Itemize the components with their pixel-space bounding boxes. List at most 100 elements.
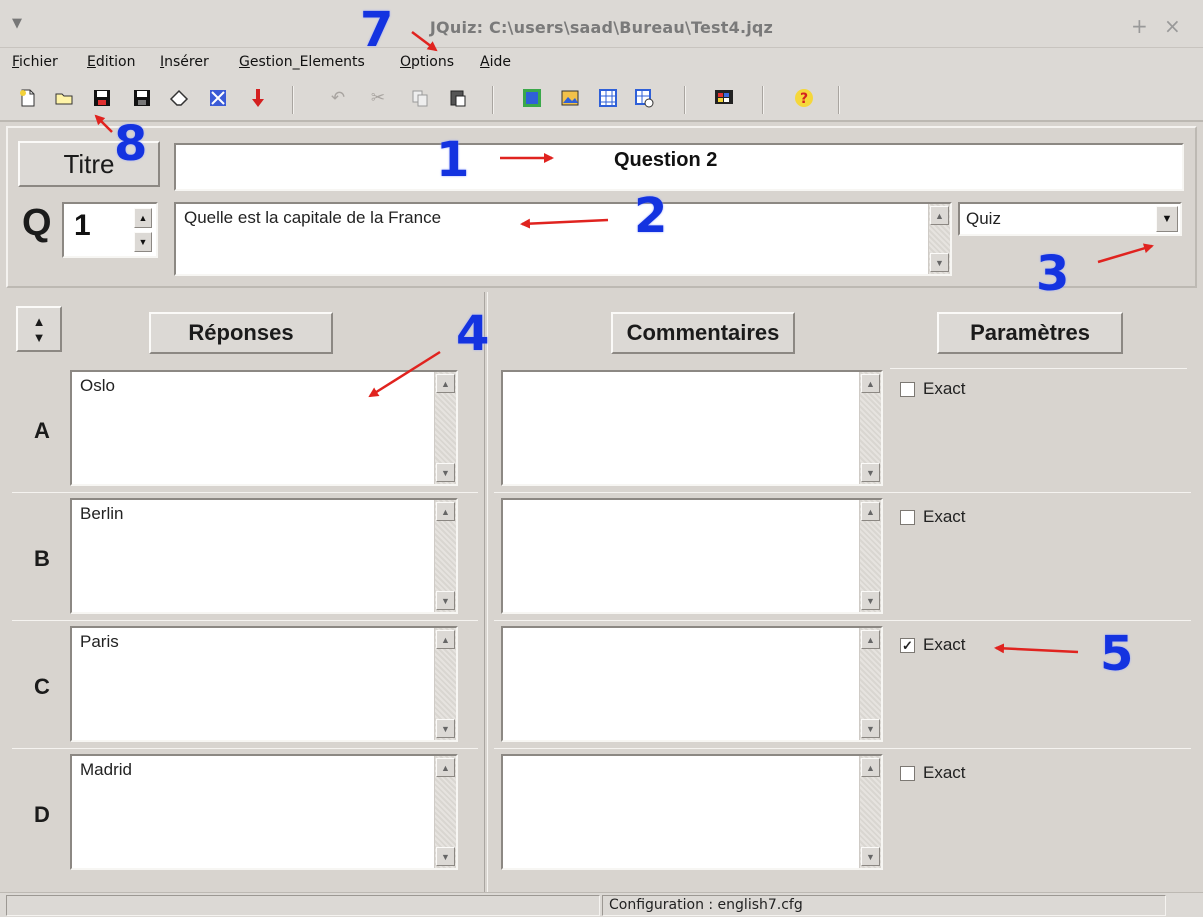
settings-grid-icon[interactable] <box>596 86 620 110</box>
scroll-up-button[interactable]: ▲ <box>861 374 880 393</box>
undo-icon[interactable]: ↶ <box>326 86 350 110</box>
chevron-down-icon[interactable]: ▼ <box>1156 206 1178 232</box>
save-as-icon[interactable] <box>130 86 154 110</box>
menu-inserer[interactable]: Insérer <box>160 54 209 70</box>
exact-checkbox-row[interactable]: Exact <box>900 507 966 527</box>
image-icon[interactable] <box>558 86 582 110</box>
scroll-up-button[interactable]: ▲ <box>861 630 880 649</box>
answer-text-area[interactable]: Madrid ▲ ▼ <box>70 754 458 870</box>
scroll-down-button[interactable]: ▼ <box>436 847 455 866</box>
comment-scrollbar[interactable]: ▲ ▼ <box>859 628 881 740</box>
web-page-icon[interactable] <box>520 86 544 110</box>
scroll-up-button[interactable]: ▲ <box>861 502 880 521</box>
exact-checkbox[interactable] <box>900 765 915 781</box>
eraser-icon[interactable] <box>168 86 192 110</box>
scroll-down-button[interactable]: ▼ <box>861 847 880 866</box>
save-icon[interactable] <box>90 86 114 110</box>
answer-text: Oslo <box>80 376 115 395</box>
reponses-header-button[interactable]: Réponses <box>149 312 333 354</box>
maximize-button[interactable]: + <box>1131 14 1148 38</box>
new-file-icon[interactable] <box>16 86 40 110</box>
scroll-up-button[interactable]: ▲ <box>861 758 880 777</box>
answer-scrollbar[interactable]: ▲ ▼ <box>434 372 456 484</box>
svg-text:?: ? <box>800 91 808 107</box>
annotation-number-1: 1 <box>436 132 470 188</box>
comment-scrollbar[interactable]: ▲ ▼ <box>859 500 881 612</box>
comment-text-area[interactable]: ▲ ▼ <box>501 626 883 742</box>
toolbar: ↶ ✂ ? <box>0 78 1203 122</box>
exact-checkbox-checked[interactable]: ✓ <box>900 637 915 653</box>
row-separator <box>494 748 1191 749</box>
spinner-up-button[interactable]: ▲ <box>134 208 152 228</box>
spinner-down-button[interactable]: ▼ <box>134 232 152 252</box>
scroll-down-button[interactable]: ▼ <box>436 591 455 610</box>
comment-text-area[interactable]: ▲ ▼ <box>501 754 883 870</box>
answers-grid: ▲ ▼ Réponses Commentaires Paramètres A Os… <box>6 292 1197 892</box>
scroll-down-button[interactable]: ▼ <box>930 253 949 272</box>
reorder-answers-button[interactable]: ▲ ▼ <box>16 306 62 352</box>
annotation-number-3: 3 <box>1036 246 1070 302</box>
download-arrow-icon[interactable] <box>246 86 270 110</box>
scroll-down-button[interactable]: ▼ <box>861 719 880 738</box>
scroll-down-button[interactable]: ▼ <box>861 463 880 482</box>
window-title: JQuiz: C:\users\saad\Bureau\Test4.jqz <box>429 18 774 37</box>
answer-scrollbar[interactable]: ▲ ▼ <box>434 628 456 740</box>
answer-text: Paris <box>80 632 119 651</box>
web-export-icon[interactable] <box>206 86 230 110</box>
answer-text-area[interactable]: Berlin ▲ ▼ <box>70 498 458 614</box>
comment-scrollbar[interactable]: ▲ ▼ <box>859 372 881 484</box>
question-text-area[interactable]: Quelle est la capitale de la France ▲ ▼ <box>174 202 952 276</box>
scroll-up-button[interactable]: ▲ <box>436 502 455 521</box>
close-button[interactable]: × <box>1164 14 1181 38</box>
status-bar: Configuration : english7.cfg <box>0 892 1203 917</box>
toolbar-separator <box>838 86 840 114</box>
open-folder-icon[interactable] <box>52 86 76 110</box>
scroll-up-button[interactable]: ▲ <box>436 374 455 393</box>
answer-text-area[interactable]: Paris ▲ ▼ <box>70 626 458 742</box>
question-scrollbar[interactable]: ▲ ▼ <box>928 204 950 274</box>
answer-text-area[interactable]: Oslo ▲ ▼ <box>70 370 458 486</box>
answer-text: Berlin <box>80 504 124 523</box>
exact-checkbox[interactable] <box>900 509 915 525</box>
answer-scrollbar[interactable]: ▲ ▼ <box>434 756 456 868</box>
exact-checkbox-row[interactable]: Exact <box>900 379 966 399</box>
question-type-select[interactable]: Quiz ▼ <box>958 202 1182 236</box>
scroll-down-button[interactable]: ▼ <box>861 591 880 610</box>
question-number-spinner[interactable]: 1 ▲ ▼ <box>62 202 158 258</box>
status-cell-empty <box>6 895 600 916</box>
comment-text-area[interactable]: ▲ ▼ <box>501 370 883 486</box>
parametres-header-button[interactable]: Paramètres <box>937 312 1123 354</box>
exact-checkbox[interactable] <box>900 381 915 397</box>
scroll-up-button[interactable]: ▲ <box>930 206 949 225</box>
cut-icon[interactable]: ✂ <box>366 86 390 110</box>
arrow-down-icon: ▼ <box>32 329 46 345</box>
menu-options[interactable]: Options <box>400 54 454 70</box>
answer-scrollbar[interactable]: ▲ ▼ <box>434 500 456 612</box>
comment-scrollbar[interactable]: ▲ ▼ <box>859 756 881 868</box>
scroll-up-button[interactable]: ▲ <box>436 630 455 649</box>
toolbar-separator <box>762 86 764 114</box>
menu-gestion-elements[interactable]: Gestion_Elements <box>239 54 365 70</box>
annotation-number-4: 4 <box>456 306 490 362</box>
menu-aide[interactable]: Aide <box>480 54 511 70</box>
comment-text-area[interactable]: ▲ ▼ <box>501 498 883 614</box>
scroll-down-button[interactable]: ▼ <box>436 463 455 482</box>
palette-icon[interactable] <box>712 86 736 110</box>
title-input[interactable]: Question 2 <box>174 143 1184 191</box>
menu-edition[interactable]: Edition <box>87 54 135 70</box>
exact-label: Exact <box>923 763 966 782</box>
exact-checkbox-row[interactable]: ✓ Exact <box>900 635 966 655</box>
commentaires-header-button[interactable]: Commentaires <box>611 312 795 354</box>
question-text: Quelle est la capitale de la France <box>184 208 442 227</box>
help-icon[interactable]: ? <box>792 86 816 110</box>
scroll-up-button[interactable]: ▲ <box>436 758 455 777</box>
exact-checkbox-row[interactable]: Exact <box>900 763 966 783</box>
paste-icon[interactable] <box>446 86 470 110</box>
copy-icon[interactable] <box>408 86 432 110</box>
answer-letter: C <box>34 674 50 699</box>
column-divider[interactable] <box>484 292 488 892</box>
menu-fichier[interactable]: Fichier <box>12 54 58 70</box>
annotation-number-8: 8 <box>114 116 148 172</box>
hand-pointer-icon[interactable] <box>632 86 656 110</box>
scroll-down-button[interactable]: ▼ <box>436 719 455 738</box>
